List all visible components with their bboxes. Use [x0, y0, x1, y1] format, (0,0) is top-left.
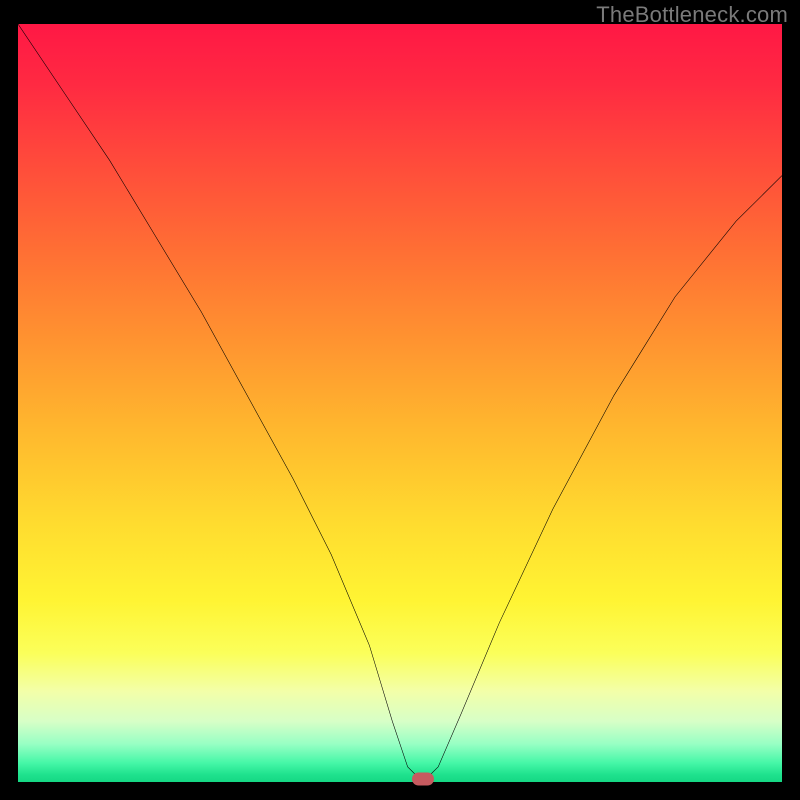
plot-area [18, 24, 782, 782]
bottleneck-marker [412, 773, 434, 786]
curve-path [18, 24, 782, 782]
watermark-text: TheBottleneck.com [596, 2, 788, 28]
bottleneck-curve [18, 24, 782, 782]
chart-frame: TheBottleneck.com [0, 0, 800, 800]
